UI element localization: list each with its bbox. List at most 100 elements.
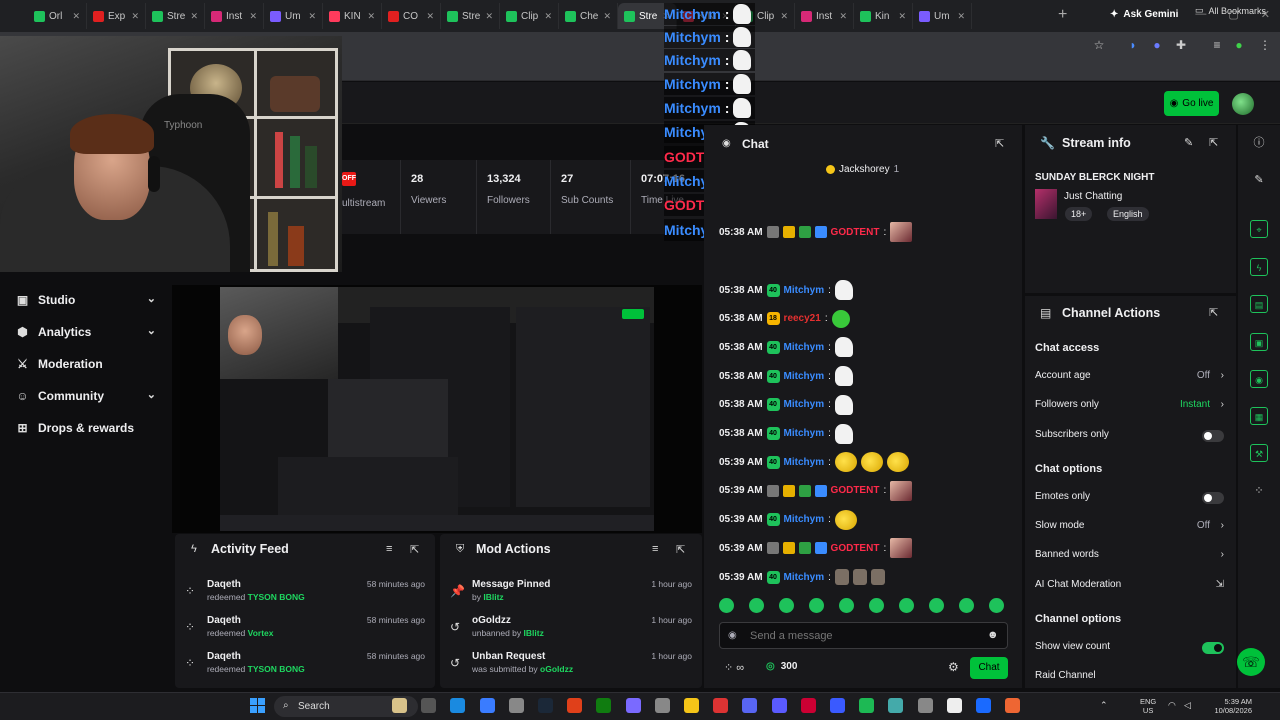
chat-username[interactable]: Mitchym (784, 342, 825, 353)
popout-icon[interactable]: ⇱ (995, 137, 1004, 150)
chat-message[interactable]: 05:38 AM 40 Mitchym: (719, 365, 853, 387)
followers-only-row[interactable]: Followers only Instant › (1035, 399, 1224, 417)
popout-icon[interactable]: ⇱ (1209, 136, 1218, 149)
list-item[interactable]: ⁘ Daqeth redeemed TYSON BONG 58 minutes ago (185, 579, 425, 613)
emotes-only-row[interactable]: Emotes only (1035, 491, 1224, 509)
browser-tab[interactable]: Stre ✕ (146, 3, 205, 29)
taskbar-app-icon[interactable] (946, 698, 962, 713)
wrench-icon[interactable]: ⚒ (1250, 444, 1268, 462)
chat-username[interactable]: Mitchym (784, 572, 825, 583)
taskbar-app-icon[interactable] (1005, 698, 1021, 713)
emote-icon[interactable] (809, 598, 824, 613)
taskbar-app-icon[interactable] (713, 698, 729, 713)
chat-message[interactable]: 05:38 AM GODTENT: (719, 221, 913, 243)
mod-action-target[interactable]: oGoldzz (540, 664, 573, 674)
new-tab-button[interactable]: + (1058, 6, 1067, 24)
taskbar-app-icon[interactable] (830, 698, 845, 713)
close-icon[interactable]: ✕ (957, 11, 965, 22)
taskbar-app-icon[interactable] (567, 698, 583, 713)
help-chat-button[interactable]: ☏ (1237, 648, 1265, 676)
taskbar-app-icon[interactable] (450, 698, 466, 713)
chat-icon[interactable]: ▣ (1250, 333, 1268, 351)
taskbar-app-icon[interactable] (800, 698, 816, 713)
show-view-count-toggle[interactable] (1202, 642, 1224, 654)
emotes-only-toggle[interactable] (1202, 492, 1224, 504)
browser-tab[interactable]: Inst ✕ (205, 3, 264, 29)
taskbar-app-icon[interactable] (392, 698, 407, 713)
taskbar-app-icon[interactable] (917, 698, 933, 713)
broadcast-icon[interactable]: ◉ (1250, 370, 1268, 388)
pencil-icon[interactable]: ✎ (1250, 171, 1268, 189)
infinity-icon[interactable]: ⁘ ∞ (724, 661, 744, 674)
windows-start-icon[interactable] (250, 698, 265, 713)
chat-message[interactable]: 05:39 AM 40 Mitchym: (719, 451, 909, 473)
media-icon[interactable]: ≡ (1210, 38, 1224, 52)
close-icon[interactable]: ✕ (898, 11, 906, 22)
sidebar-item-drops[interactable]: ⊞ Drops & rewards (16, 418, 156, 438)
taskbar-app-icon[interactable] (538, 698, 553, 713)
chat-message[interactable]: 05:39 AM GODTENT: (719, 480, 913, 502)
popout-icon[interactable]: ⇱ (1209, 306, 1218, 319)
wifi-icon[interactable]: ◠ (1168, 700, 1176, 711)
go-live-button[interactable]: ◉ Go live (1164, 91, 1219, 116)
taskbar-app-icon[interactable] (888, 698, 904, 713)
edit-icon[interactable]: ✎ (1184, 136, 1193, 149)
emote-icon[interactable] (839, 598, 854, 613)
browser-tab[interactable]: Orl ✕ (28, 3, 87, 29)
chat-username[interactable]: Mitchym (784, 428, 825, 439)
chat-username[interactable]: Mitchym (784, 371, 825, 382)
profile-icon[interactable]: ● (1232, 38, 1246, 52)
browser-tab[interactable]: Exp ✕ (87, 3, 146, 29)
emote-icon[interactable] (719, 598, 734, 613)
browser-tab[interactable]: KIN ✕ (323, 3, 382, 29)
extension-icon[interactable]: ● (1150, 38, 1164, 52)
clip-icon[interactable]: ⌖ (1250, 220, 1268, 238)
chat-message[interactable]: 05:39 AM 40 Mitchym: (719, 566, 885, 588)
close-icon[interactable]: ✕ (839, 11, 847, 22)
chat-send-button[interactable]: Chat (970, 657, 1008, 679)
emote-icon[interactable] (989, 598, 1004, 613)
ai-chat-moderation-row[interactable]: AI Chat Moderation ⇲ (1035, 579, 1224, 597)
language-indicator[interactable]: ENG US (1140, 697, 1156, 715)
add-icon[interactable]: ⁘ (1250, 482, 1268, 500)
account-age-row[interactable]: Account age Off › (1035, 370, 1224, 388)
chat-message[interactable]: 05:38 AM 40 Mitchym: (719, 423, 853, 445)
speaker-icon[interactable]: ◁ (1184, 700, 1191, 711)
popout-icon[interactable]: ⇱ (676, 543, 685, 556)
chat-username[interactable]: GODTENT (831, 227, 880, 238)
browser-tab[interactable]: Um ✕ (264, 3, 323, 29)
chat-username[interactable]: Mitchym (784, 399, 825, 410)
chat-input[interactable] (719, 622, 1008, 649)
chat-message[interactable]: 05:38 AM 40 Mitchym: (719, 336, 853, 358)
chat-username[interactable]: Mitchym (784, 514, 825, 525)
chat-username[interactable]: GODTENT (831, 485, 880, 496)
chat-username[interactable]: Mitchym (784, 457, 825, 468)
raid-channel-row[interactable]: Raid Channel (1035, 670, 1224, 688)
popout-icon[interactable]: ⇱ (410, 543, 419, 556)
taskbar-app-icon[interactable] (742, 698, 758, 713)
chat-username[interactable]: Mitchym (784, 285, 825, 296)
banned-words-row[interactable]: Banned words › (1035, 549, 1224, 567)
emote-icon[interactable] (959, 598, 974, 613)
mod-action-target[interactable]: IBlitz (524, 628, 544, 638)
feed-user[interactable]: Daqeth (207, 579, 241, 590)
close-icon[interactable]: ✕ (308, 11, 316, 22)
emote-icon[interactable] (899, 598, 914, 613)
taskbar-app-icon[interactable] (771, 698, 787, 713)
browser-tab[interactable]: Che ✕ (559, 3, 618, 29)
taskbar-app-icon[interactable] (684, 698, 699, 713)
tag-badge[interactable]: 18+ (1065, 207, 1093, 221)
chevron-up-icon[interactable]: ⌃ (1100, 700, 1108, 711)
show-view-count-row[interactable]: Show view count (1035, 641, 1224, 659)
gear-icon[interactable]: ⚙ (948, 660, 959, 674)
chat-message[interactable]: 05:38 AM 40 Mitchym: (719, 394, 853, 416)
close-icon[interactable]: ✕ (249, 11, 257, 22)
browser-tab[interactable]: CO ✕ (382, 3, 441, 29)
info-icon[interactable]: ⓘ (1250, 134, 1268, 152)
close-icon[interactable]: ✕ (485, 11, 493, 22)
browser-tab[interactable]: Clip ✕ (500, 3, 559, 29)
browser-tab[interactable]: Kin ✕ (854, 3, 913, 29)
browser-tab[interactable]: Inst ✕ (795, 3, 854, 29)
browser-tab[interactable]: Um ✕ (913, 3, 972, 29)
close-icon[interactable]: ✕ (544, 11, 552, 22)
